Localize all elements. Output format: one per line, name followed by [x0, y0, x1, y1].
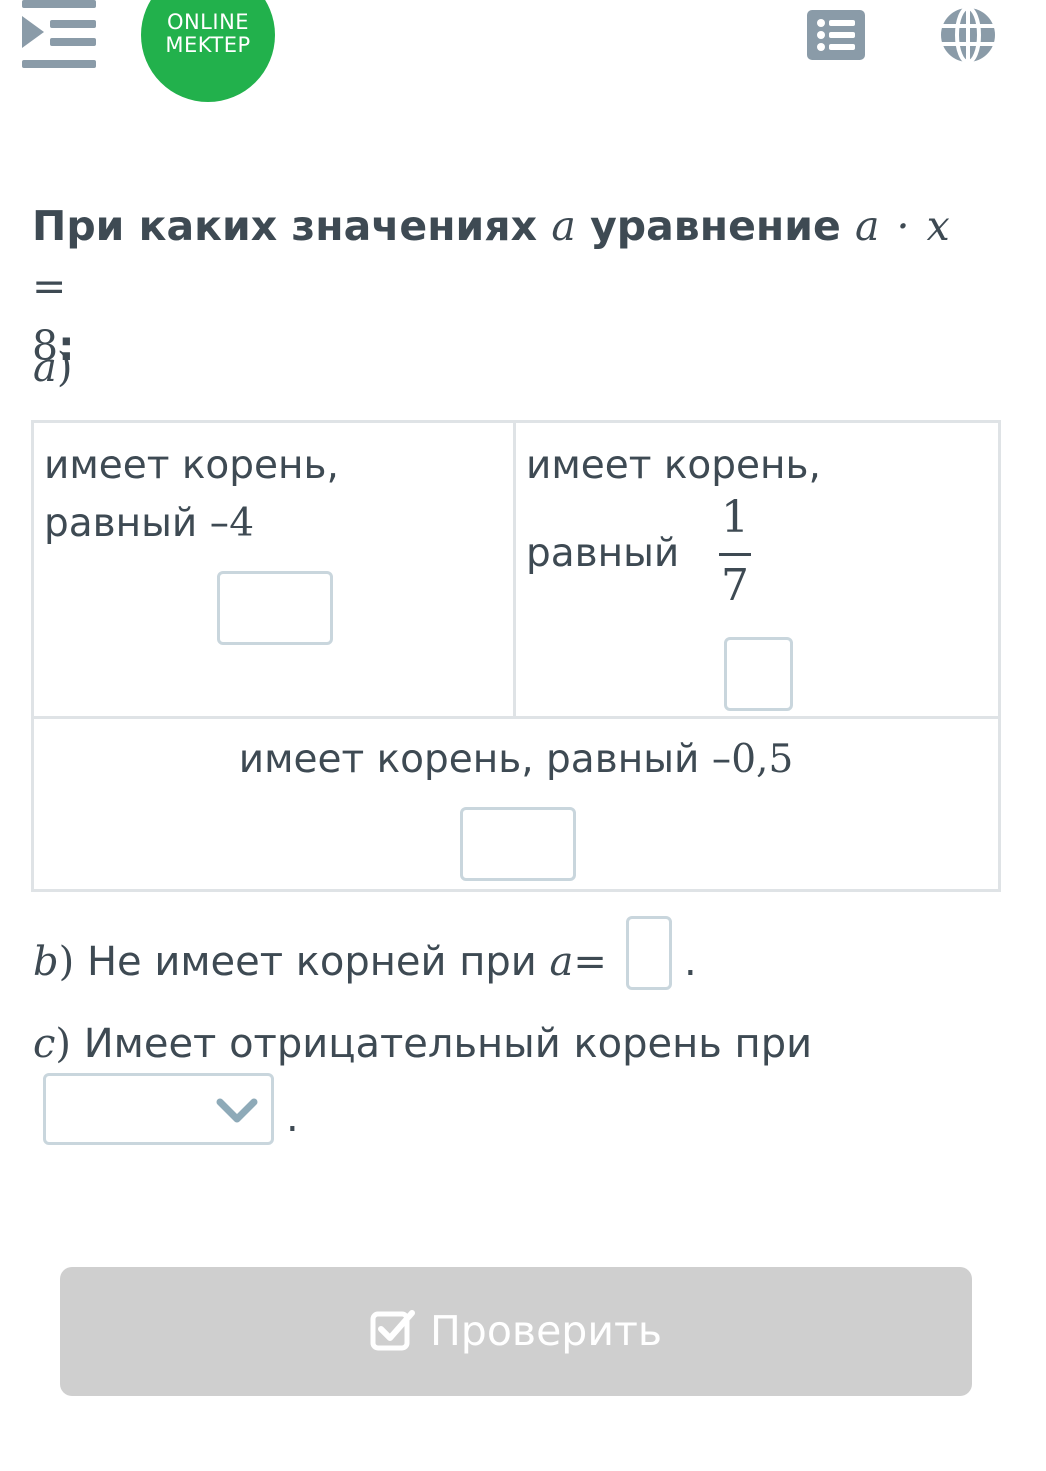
part-b-answer-input[interactable] [626, 916, 672, 990]
part-b-text: b) Не имеет корней при a= [33, 932, 607, 992]
cell-3-num: 0,5 [731, 737, 794, 782]
table-cell-root-minus-0-5: имеет корень, равный –0,5 [34, 719, 998, 889]
fraction-numerator: 1 [721, 492, 749, 543]
chevron-down-icon [216, 1098, 258, 1123]
menu-indent-icon[interactable] [22, 0, 96, 70]
online-mektep-logo[interactable]: ONLINE MEKTEP [141, 0, 275, 102]
part-b-var: a [549, 939, 574, 985]
question-text: При каких значениях a уравнение a · x = … [32, 196, 992, 376]
drop-box-root-one-seventh[interactable] [724, 637, 793, 711]
table-cell-root-minus-4: имеет корень, равный –4 [34, 423, 516, 719]
part-c-sentence: Имеет отрицательный корень при [83, 1021, 813, 1067]
part-b-paren: ) [58, 939, 75, 985]
part-b-letter: b [33, 939, 59, 985]
check-button[interactable]: Проверить [60, 1267, 972, 1396]
part-c-dropdown[interactable] [43, 1073, 274, 1145]
cell-2-line2-text: равный [526, 531, 680, 576]
cell-1-line2-text: равный – [44, 501, 230, 546]
fraction-bar [719, 553, 751, 556]
part-c-text: c) Имеет отрицательный корень при [33, 1014, 812, 1074]
logo-line2: MEKTEP [165, 33, 251, 57]
list-icon[interactable] [807, 10, 865, 60]
cell-2-line1: имеет корень, [526, 443, 821, 488]
check-button-label: Проверить [429, 1307, 663, 1355]
drop-box-root-minus-0-5[interactable] [460, 807, 576, 881]
part-b-equals: = [573, 939, 607, 985]
part-b-dot: . [684, 939, 697, 985]
question-var: a [551, 202, 576, 250]
cell-1-text: имеет корень, равный –4 [44, 437, 339, 553]
question-prefix: При каких значениях [32, 202, 538, 250]
question-middle: уравнение [590, 202, 841, 250]
cell-1-line2-num: 4 [229, 501, 255, 546]
checkbox-check-icon [370, 1310, 415, 1351]
part-c-dot: . [286, 1095, 299, 1141]
globe-icon[interactable] [939, 6, 997, 64]
cell-3-text: имеет корень, равный –0,5 [34, 731, 998, 789]
part-c-letter: c [33, 1021, 56, 1067]
logo-line1: ONLINE [166, 10, 250, 34]
part-a-paren: ) [56, 345, 73, 391]
drop-box-root-minus-4[interactable] [217, 571, 333, 645]
answer-table: имеет корень, равный –4 имеет корень, ра… [31, 420, 1001, 892]
table-cell-root-one-seventh: имеет корень, равный 1 7 [516, 423, 998, 719]
cell-1-line1: имеет корень, [44, 443, 339, 488]
part-a-letter: a [33, 345, 57, 391]
fraction-denominator: 7 [721, 560, 749, 611]
cell-3-text-label: имеет корень, равный – [238, 737, 732, 782]
part-b-sentence: Не имеет корней при [86, 939, 537, 985]
part-c-paren: ) [55, 1021, 72, 1067]
part-a-label: a) [33, 345, 72, 391]
